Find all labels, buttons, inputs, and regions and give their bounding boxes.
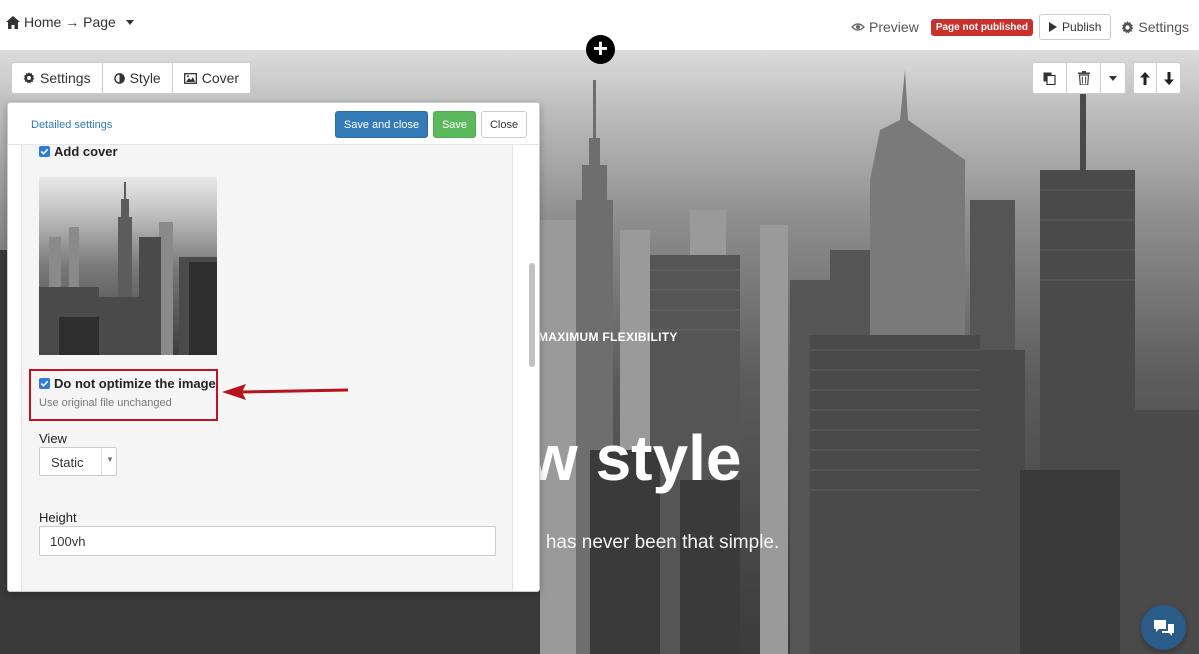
eye-icon [851,23,865,31]
scrollbar[interactable] [529,263,535,367]
add-cover-checkbox[interactable] [39,146,50,157]
add-cover-checkbox-row[interactable]: Add cover [39,144,118,159]
dont-optimize-help: Use original file unchanged [39,397,172,409]
dont-optimize-checkbox[interactable] [39,378,50,389]
gear-icon [23,72,35,84]
chevron-down-icon [125,19,134,25]
block-tabs: Settings Style Cover [11,62,252,94]
chevron-down-icon [1109,75,1117,81]
play-icon [1049,22,1058,32]
trash-icon [1077,71,1090,85]
block-move [1133,62,1181,94]
contrast-icon [113,72,125,84]
hero-title: w style [528,422,742,494]
status-badge: Page not published [930,18,1034,36]
close-button[interactable]: Close [481,111,527,138]
view-select-value: Static [51,455,84,470]
publish-label: Publish [1062,20,1102,34]
tab-settings[interactable]: Settings [12,63,103,93]
detailed-settings-link[interactable]: Detailed settings [31,119,112,131]
tab-settings-label: Settings [40,70,91,86]
dont-optimize-checkbox-row[interactable]: Do not optimize the image [39,376,216,391]
panel-header: Detailed settings Save and close Save Cl… [8,103,539,145]
settings-label: Settings [1138,19,1189,35]
copy-block-button[interactable] [1033,63,1067,93]
tab-style[interactable]: Style [103,63,173,93]
hero-eyebrow: MAXIMUM FLEXIBILITY [538,330,678,344]
tab-style-label: Style [129,70,161,86]
chat-button[interactable] [1141,605,1186,650]
breadcrumb[interactable]: Home → Page [6,14,134,30]
preview-link[interactable]: Preview [851,19,919,35]
select-divider [101,448,102,475]
home-icon [6,15,20,29]
tab-cover-label: Cover [201,70,240,86]
view-select[interactable]: Static ▼ [39,447,117,476]
settings-link[interactable]: Settings [1121,19,1189,35]
more-actions-dropdown[interactable] [1101,63,1125,93]
move-down-button[interactable] [1157,63,1180,93]
chat-icon [1153,619,1174,636]
view-label: View [39,431,67,446]
cover-image-thumbnail[interactable] [39,177,217,355]
add-cover-label: Add cover [54,144,118,159]
save-button[interactable]: Save [433,111,476,138]
annotation-arrow [222,384,349,400]
move-up-button[interactable] [1134,63,1157,93]
block-actions [1032,62,1126,94]
save-and-close-button[interactable]: Save and close [335,111,428,138]
tab-cover[interactable]: Cover [173,63,250,93]
chevron-down-icon: ▼ [106,455,114,464]
add-block-button[interactable]: + [586,35,615,64]
gear-icon [1122,20,1134,34]
publish-button[interactable]: Publish [1039,14,1112,40]
check-icon [40,148,49,155]
city-thumbnail-image [39,182,217,355]
arrow-down-icon [1163,71,1174,85]
cover-settings-panel: Detailed settings Save and close Save Cl… [7,102,540,592]
hero-subtitle: e has never been that simple. [530,532,780,553]
height-label: Height [39,510,77,525]
check-icon [40,380,49,387]
dont-optimize-label: Do not optimize the image [54,376,216,391]
image-icon [183,72,197,84]
copy-icon [1043,72,1056,85]
breadcrumb-text: Home → Page [24,14,116,30]
delete-block-button[interactable] [1067,63,1101,93]
arrow-up-icon [1140,71,1150,85]
preview-label: Preview [869,19,919,35]
height-input[interactable]: 100vh [39,526,496,556]
